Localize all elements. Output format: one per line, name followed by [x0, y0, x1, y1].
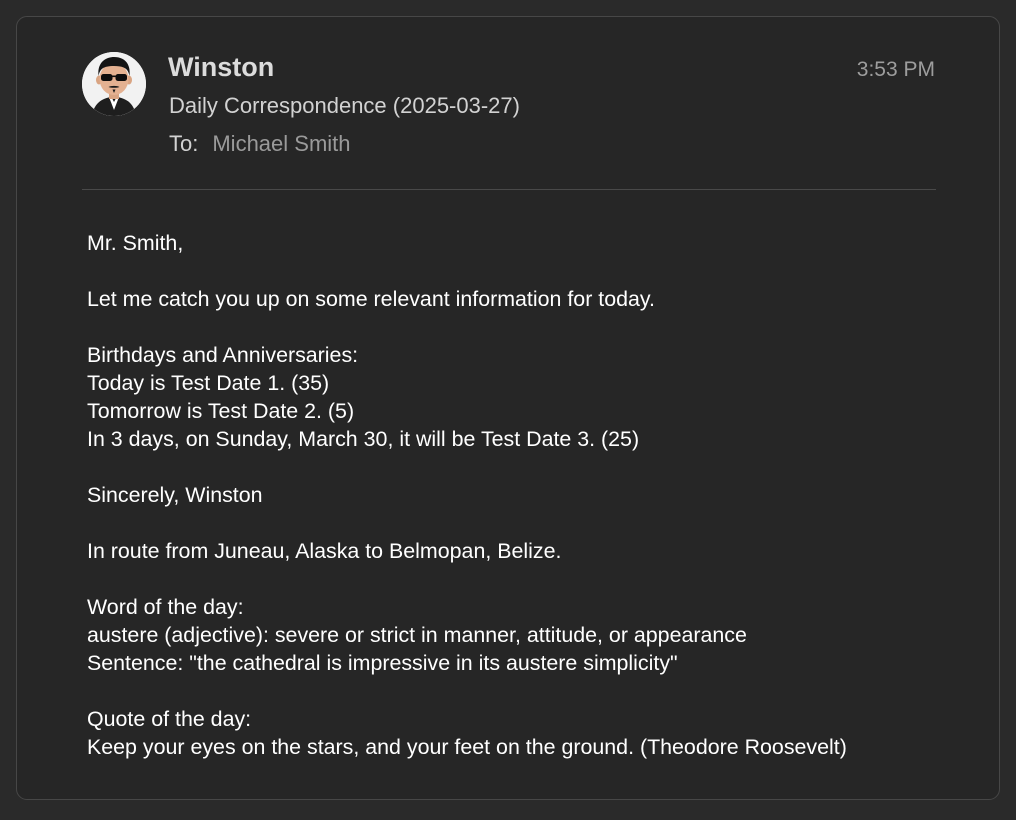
- avatar-man-sunglasses-icon: [82, 52, 146, 116]
- sender-name: Winston: [168, 52, 275, 82]
- mail-message-view: Winston Daily Correspondence (2025-03-27…: [16, 16, 1000, 800]
- quote-heading: Quote of the day:: [87, 707, 252, 731]
- recipient-name[interactable]: Michael Smith: [212, 131, 350, 156]
- word-sentence: Sentence: "the cathedral is impressive i…: [87, 651, 678, 675]
- body-intro: Let me catch you up on some relevant inf…: [87, 287, 655, 311]
- birthday-item: Tomorrow is Test Date 2. (5): [87, 399, 355, 423]
- recipient-row: To: Michael Smith: [169, 131, 351, 157]
- message-body: Mr. Smith, Let me catch you up on some r…: [87, 229, 987, 761]
- birthday-item: Today is Test Date 1. (35): [87, 371, 330, 395]
- to-label: To:: [169, 131, 199, 156]
- word-heading: Word of the day:: [87, 595, 244, 619]
- birthdays-heading: Birthdays and Anniversaries:: [87, 343, 359, 367]
- message-subject: Daily Correspondence (2025-03-27): [169, 93, 520, 118]
- body-route: In route from Juneau, Alaska to Belmopan…: [87, 539, 562, 563]
- birthday-item: In 3 days, on Sunday, March 30, it will …: [87, 427, 640, 451]
- sender-avatar[interactable]: [82, 52, 146, 116]
- word-definition: austere (adjective): severe or strict in…: [87, 623, 747, 647]
- quote-text: Keep your eyes on the stars, and your fe…: [87, 735, 847, 759]
- body-signoff: Sincerely, Winston: [87, 483, 263, 507]
- message-time: 3:53 PM: [856, 58, 935, 81]
- header-divider: [82, 189, 936, 190]
- body-greeting: Mr. Smith,: [87, 231, 184, 255]
